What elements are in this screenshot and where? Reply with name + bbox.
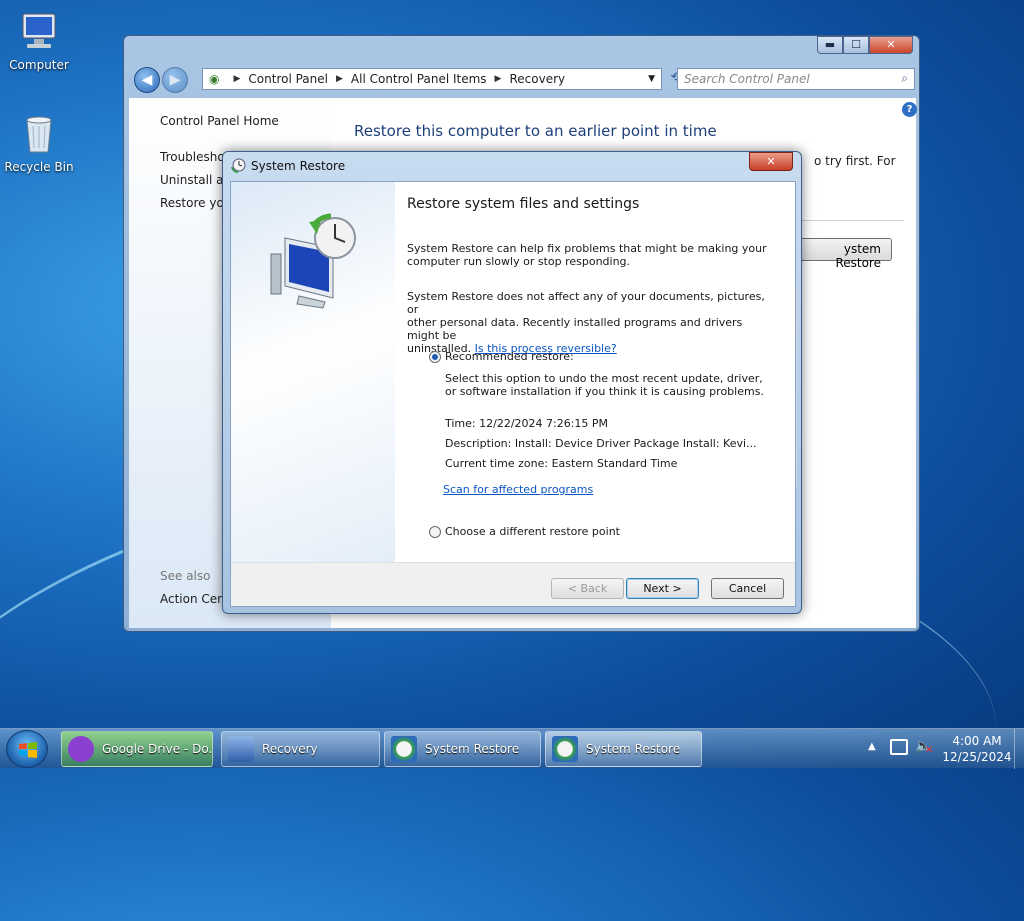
taskbar-item-label: System Restore	[425, 742, 520, 756]
desktop-icon-label: Recycle Bin	[4, 160, 74, 174]
info-line: other personal data. Recently installed …	[407, 316, 743, 342]
clock-time: 4:00 AM	[952, 734, 1002, 748]
breadcrumb-separator-icon: ▶	[494, 74, 502, 84]
recommended-line: or software installation if you think it…	[445, 385, 764, 398]
search-placeholder: Search Control Panel	[684, 72, 810, 86]
recommended-description: Select this option to undo the most rece…	[445, 372, 805, 398]
control-panel-icon	[228, 736, 254, 762]
address-bar[interactable]: ◉ ▶ Control Panel ▶ All Control Panel It…	[202, 68, 662, 90]
system-restore-icon	[263, 212, 363, 312]
desktop-icon-computer[interactable]: Computer	[3, 10, 75, 72]
breadcrumb-item[interactable]: Recovery	[509, 72, 565, 86]
breadcrumb-separator-icon: ▶	[233, 74, 241, 84]
taskbar-item-recovery[interactable]: Recovery	[221, 731, 380, 767]
page-title: Restore this computer to an earlier poin…	[354, 122, 717, 140]
sidebar-item-restore[interactable]: Restore you	[160, 196, 231, 210]
maximize-button[interactable]: ☐	[843, 36, 869, 54]
dropdown-arrow-icon[interactable]: ▼	[648, 74, 655, 84]
back-button[interactable]: < Back	[551, 578, 624, 599]
desktop-icon-label: Computer	[9, 58, 69, 72]
intro-paragraph: System Restore can help fix problems tha…	[407, 242, 767, 268]
close-button[interactable]: ✕	[869, 36, 913, 54]
start-button[interactable]	[6, 730, 48, 768]
minimize-button[interactable]: ▬	[817, 36, 843, 54]
scan-affected-programs-link[interactable]: Scan for affected programs	[443, 483, 593, 496]
show-hidden-icons-icon[interactable]: ▲	[868, 741, 876, 752]
help-icon[interactable]: ?	[902, 102, 917, 117]
taskbar-item-label: System Restore	[586, 742, 681, 756]
recommended-line: Select this option to undo the most rece…	[445, 372, 763, 385]
scroll-edge	[796, 287, 797, 487]
info-paragraph: System Restore does not affect any of yo…	[407, 290, 767, 355]
google-drive-icon	[68, 736, 94, 762]
cancel-button[interactable]: Cancel	[711, 578, 784, 599]
computer-icon	[17, 10, 61, 54]
clock[interactable]: 4:00 AM 12/25/2024	[942, 733, 1012, 765]
restore-timezone: Current time zone: Eastern Standard Time	[445, 457, 678, 470]
recycle-bin-icon	[17, 112, 61, 156]
recommended-restore-radio[interactable]	[429, 351, 441, 363]
dialog-body: Restore system files and settings System…	[230, 181, 797, 607]
sidebar-item-home[interactable]: Control Panel Home	[160, 114, 279, 128]
taskbar-item-label: Recovery	[262, 742, 318, 756]
breadcrumb-item[interactable]: Control Panel	[248, 72, 328, 86]
restore-description: Description: Install: Device Driver Pack…	[445, 437, 757, 450]
different-restore-point-label[interactable]: Choose a different restore point	[445, 525, 805, 538]
desktop-icon-recycle-bin[interactable]: Recycle Bin	[3, 112, 75, 174]
dialog-footer: < Back Next > Cancel	[231, 562, 795, 606]
back-arrow-icon[interactable]: ◀	[134, 67, 160, 93]
see-also-label: See also	[160, 569, 211, 583]
taskbar-item-system-restore-active[interactable]: System Restore	[545, 731, 702, 767]
restore-time: Time: 12/22/2024 7:26:15 PM	[445, 417, 609, 430]
dialog-title: System Restore	[251, 159, 346, 173]
recovery-description: o try first. For	[814, 154, 896, 168]
intro-line: System Restore can help fix problems tha…	[407, 242, 767, 255]
system-restore-icon	[391, 736, 417, 762]
recommended-restore-label[interactable]: Recommended restore:	[445, 350, 805, 363]
different-restore-point-radio[interactable]	[429, 526, 441, 538]
close-button[interactable]: ✕	[749, 152, 793, 171]
system-restore-dialog: System Restore ✕ Restore system files an…	[222, 151, 802, 614]
forward-arrow-icon[interactable]: ▶	[162, 67, 188, 93]
taskbar-item-system-restore[interactable]: System Restore	[384, 731, 541, 767]
info-line: System Restore does not affect any of yo…	[407, 290, 765, 316]
breadcrumb-separator-icon: ▶	[335, 74, 343, 84]
dialog-sidebar	[231, 182, 395, 562]
address-row: ◀ ▶ ◉ ▶ Control Panel ▶ All Control Pane…	[132, 66, 915, 96]
search-input[interactable]: Search Control Panel ⌕	[677, 68, 915, 90]
taskbar: Google Drive - Do... Recovery System Res…	[0, 728, 1024, 769]
open-system-restore-button[interactable]: ystem Restore	[794, 238, 892, 270]
next-button[interactable]: Next >	[626, 578, 699, 599]
sidebar-item-action-center[interactable]: Action Cent	[160, 592, 229, 606]
taskbar-item-google-drive[interactable]: Google Drive - Do...	[61, 731, 213, 767]
window-caption-buttons: ▬ ☐ ✕	[817, 36, 913, 54]
dialog-heading: Restore system files and settings	[407, 196, 640, 212]
intro-line: computer run slowly or stop responding.	[407, 255, 631, 268]
volume-muted-icon[interactable]: 🔈 ✕	[915, 739, 933, 756]
system-restore-title-icon	[231, 158, 246, 174]
system-restore-icon	[552, 736, 578, 762]
search-icon: ⌕	[901, 71, 908, 85]
clock-date: 12/25/2024	[942, 750, 1012, 764]
dialog-content: Restore system files and settings System…	[407, 182, 787, 562]
control-panel-icon: ◉	[209, 72, 220, 86]
taskbar-item-label: Google Drive - Do...	[102, 742, 213, 756]
show-desktop-button[interactable]	[1014, 729, 1024, 769]
network-icon[interactable]	[890, 739, 908, 755]
windows-logo-icon	[19, 742, 37, 758]
breadcrumb-item[interactable]: All Control Panel Items	[351, 72, 487, 86]
